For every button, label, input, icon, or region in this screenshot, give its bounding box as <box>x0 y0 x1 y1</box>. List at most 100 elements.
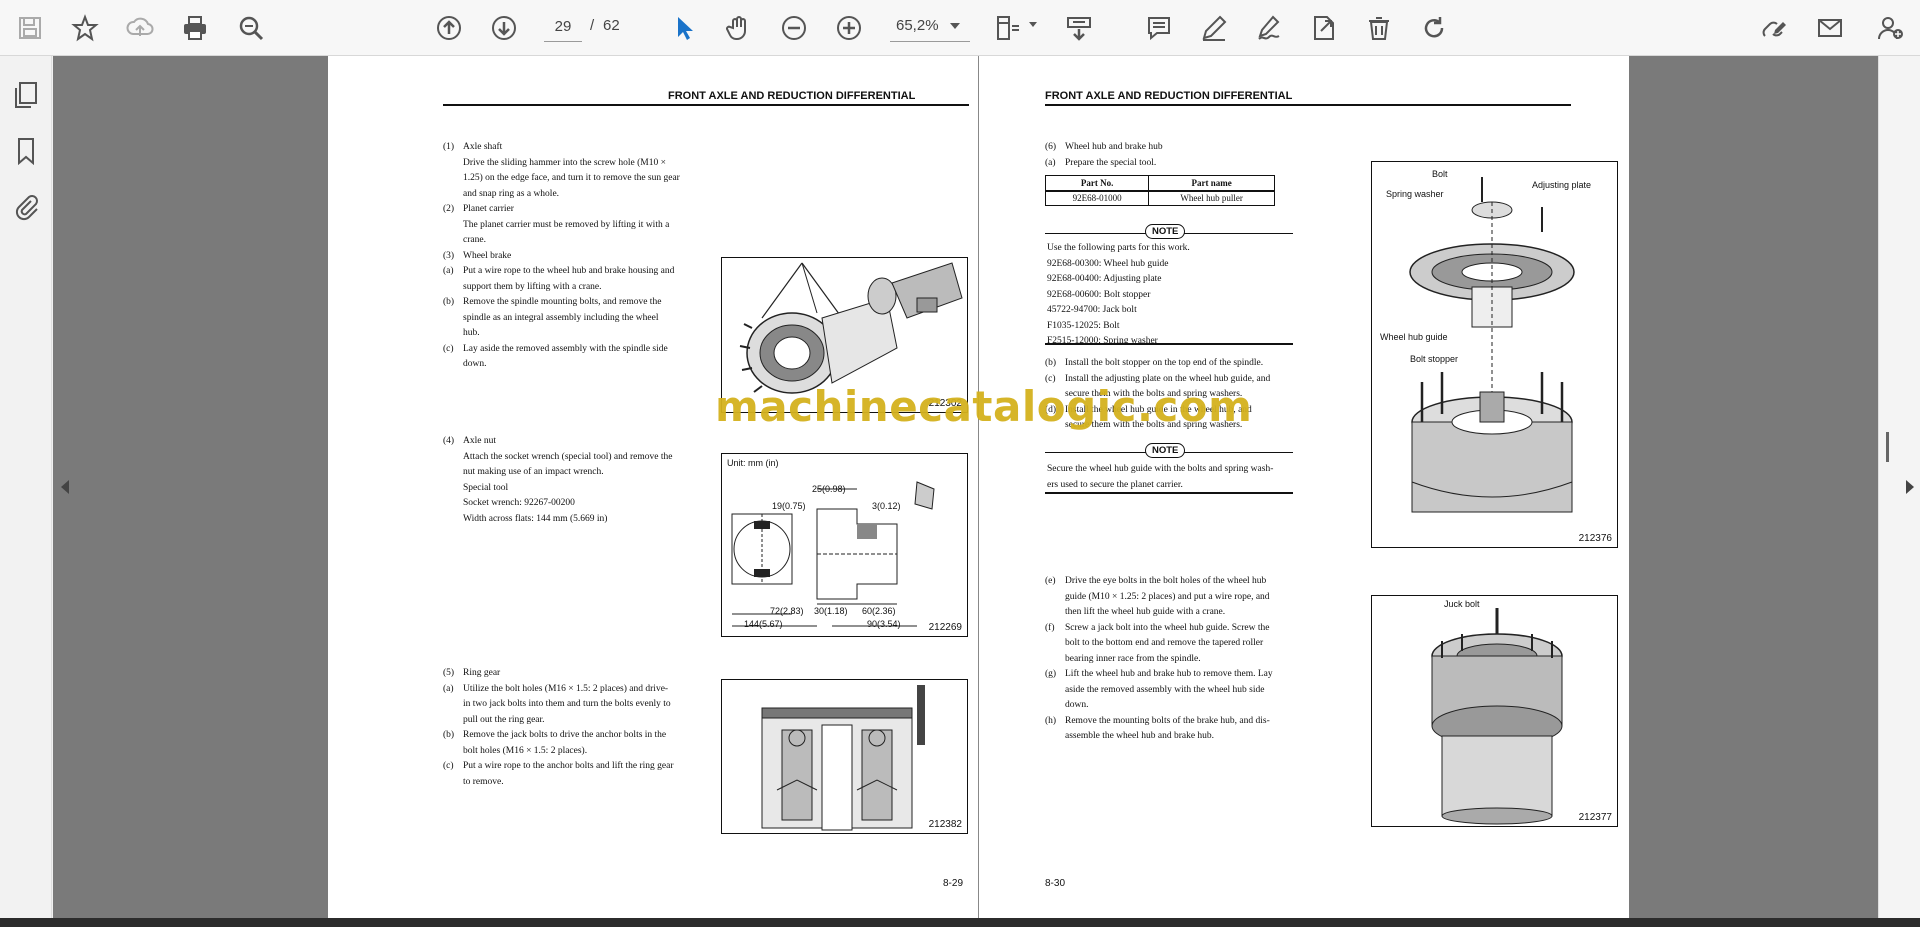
step-text: Attach the socket wrench (special tool) … <box>463 451 673 462</box>
step-text: Prepare the special tool. <box>1065 157 1157 168</box>
step-number: (e) <box>1045 576 1056 586</box>
text-line: bolt holes (M16 × 1.5: 2 places). <box>443 744 693 760</box>
select-tool-button[interactable] <box>666 10 702 46</box>
step-text: Planet carrier <box>463 204 514 214</box>
step-text: Wheel brake <box>463 250 512 261</box>
note-rule-bottom <box>1045 343 1293 345</box>
text-line: crane. <box>443 233 693 249</box>
zoom-out-button[interactable] <box>776 10 812 46</box>
attachment-icon <box>15 195 38 221</box>
bookmarks-panel-button[interactable] <box>11 136 41 166</box>
wheel-hub-guide-illustration <box>1409 177 1575 513</box>
text-line: Attach the socket wrench (special tool) … <box>443 450 693 466</box>
export-button[interactable] <box>1306 10 1342 46</box>
step-text: hub. <box>463 328 480 338</box>
user-add-icon <box>1878 17 1903 40</box>
zoom-out-icon <box>782 16 806 40</box>
find-zoom-button[interactable] <box>233 10 269 46</box>
step-text: Width across flats: 144 mm (5.669 in) <box>463 513 608 524</box>
navigation-sidebar <box>0 56 52 918</box>
text-line: (b) Remove the spindle mounting bolts, an… <box>443 295 693 311</box>
sign-button[interactable] <box>1251 10 1287 46</box>
fit-page-button[interactable] <box>990 10 1026 46</box>
sign-icon <box>1258 15 1280 40</box>
text-block-axle-nut: (4) Axle nut Attach the socket wrench (spe… <box>443 434 693 527</box>
scroll-mode-button[interactable] <box>1061 10 1097 46</box>
text-line: bolt to the bottom end and remove the ta… <box>1045 636 1295 652</box>
document-canvas[interactable]: FRONT AXLE AND REDUCTION DIFFERENTIAL (1… <box>53 56 1878 918</box>
upload-cloud-button[interactable] <box>122 10 158 46</box>
step-text: Lift the wheel hub and brake hub to remo… <box>1065 669 1273 679</box>
text-line: (5) Ring gear <box>443 666 693 682</box>
highlight-button[interactable] <box>1196 10 1232 46</box>
zoom-in-button[interactable] <box>831 10 867 46</box>
step-text: The planet carrier must be removed by li… <box>463 219 670 230</box>
text-line: (2) Planet carrier <box>443 202 693 218</box>
dimension-label: 3(0.12) <box>872 501 901 511</box>
figure-number: 212382 <box>928 819 962 830</box>
step-text: spindle as an integral assembly includin… <box>463 312 659 323</box>
next-page-button[interactable] <box>486 10 522 46</box>
rotate-button[interactable] <box>1416 10 1452 46</box>
chevron-down-icon[interactable] <box>1029 22 1037 27</box>
select-cursor-icon <box>678 17 693 40</box>
step-text: Wheel hub and brake hub <box>1065 142 1163 152</box>
table-header-row: Part No. Part name <box>1044 175 1275 191</box>
step-text: pull out the ring gear. <box>463 714 545 725</box>
collapse-sidebar-arrow[interactable] <box>61 480 69 494</box>
step-number: (c) <box>443 761 454 771</box>
step-text: Remove the mounting bolts of the brake h… <box>1065 715 1270 726</box>
note-line-text: F1035-12025: Bolt <box>1047 320 1120 331</box>
hand-icon <box>726 16 746 40</box>
step-text: Special tool <box>463 482 509 493</box>
pane-splitter[interactable] <box>1886 432 1889 462</box>
callout-bolt: Bolt <box>1432 169 1448 179</box>
step-text: Ring gear <box>463 668 501 678</box>
highlight-icon <box>1202 15 1227 41</box>
text-line: support them by lifting with a crane. <box>443 280 693 296</box>
attachments-panel-button[interactable] <box>11 192 41 222</box>
text-line: (c) Lay aside the removed assembly with t… <box>443 342 693 358</box>
step-number: (f) <box>1045 622 1055 633</box>
add-user-button[interactable] <box>1872 10 1908 46</box>
note-line-text: Secure the wheel hub guide with the bolt… <box>1047 464 1274 474</box>
hand-tool-button[interactable] <box>721 10 757 46</box>
page-up-icon <box>437 16 461 40</box>
rotate-icon <box>1424 17 1444 38</box>
pdf-page-right: FRONT AXLE AND REDUCTION DIFFERENTIAL (6… <box>979 56 1629 918</box>
email-button[interactable] <box>1812 10 1848 46</box>
step-text: then lift the wheel hub guide with a cra… <box>1065 607 1226 617</box>
pages-panel-button[interactable] <box>11 80 41 110</box>
text-line: and snap ring as a whole. <box>443 187 693 203</box>
step-number: (c) <box>443 343 454 354</box>
text-line: (a) Utilize the bolt holes (M16 × 1.5: 2 … <box>443 682 693 698</box>
note-tag: NOTE <box>1145 224 1186 239</box>
chevron-down-icon[interactable] <box>950 23 960 29</box>
upload-icon <box>126 17 154 36</box>
zoom-in-icon <box>837 16 861 40</box>
step-text: Put a wire rope to the wheel hub and bra… <box>463 266 675 276</box>
print-button[interactable] <box>177 10 213 46</box>
table-row: 92E68-01000 Wheel hub puller <box>1044 190 1275 206</box>
text-line: Drive the sliding hammer into the screw … <box>443 156 693 172</box>
zoom-level-value: 65,2% <box>896 17 939 34</box>
edit-link-button[interactable] <box>1757 10 1793 46</box>
expand-right-pane-arrow[interactable] <box>1906 480 1914 494</box>
figure-jack-bolt: Juck bolt 212377 <box>1371 595 1618 827</box>
comment-button[interactable] <box>1141 10 1177 46</box>
note-rule-bottom <box>1045 492 1293 494</box>
edit-link-icon <box>1762 21 1786 37</box>
figure-socket-wrench-dimensions: Unit: mm (in) 19(0.75) 25(0.98) 3(0.12) … <box>721 453 968 637</box>
text-line: down. <box>1045 698 1295 714</box>
callout-wheel-hub-guide: Wheel hub guide <box>1380 332 1448 342</box>
note-line-text: 45722-94700: Jack bolt <box>1047 305 1137 315</box>
bookmark-star-button[interactable] <box>67 10 103 46</box>
text-line: Special tool <box>443 481 693 497</box>
delete-button[interactable] <box>1361 10 1397 46</box>
text-line: (f) Screw a jack bolt into the wheel hub … <box>1045 621 1295 637</box>
previous-page-button[interactable] <box>431 10 467 46</box>
save-button[interactable] <box>12 10 48 46</box>
figure-number: 212377 <box>1578 812 1612 823</box>
step-text: Put a wire rope to the anchor bolts and … <box>463 761 674 771</box>
page-number-input[interactable] <box>544 12 582 42</box>
